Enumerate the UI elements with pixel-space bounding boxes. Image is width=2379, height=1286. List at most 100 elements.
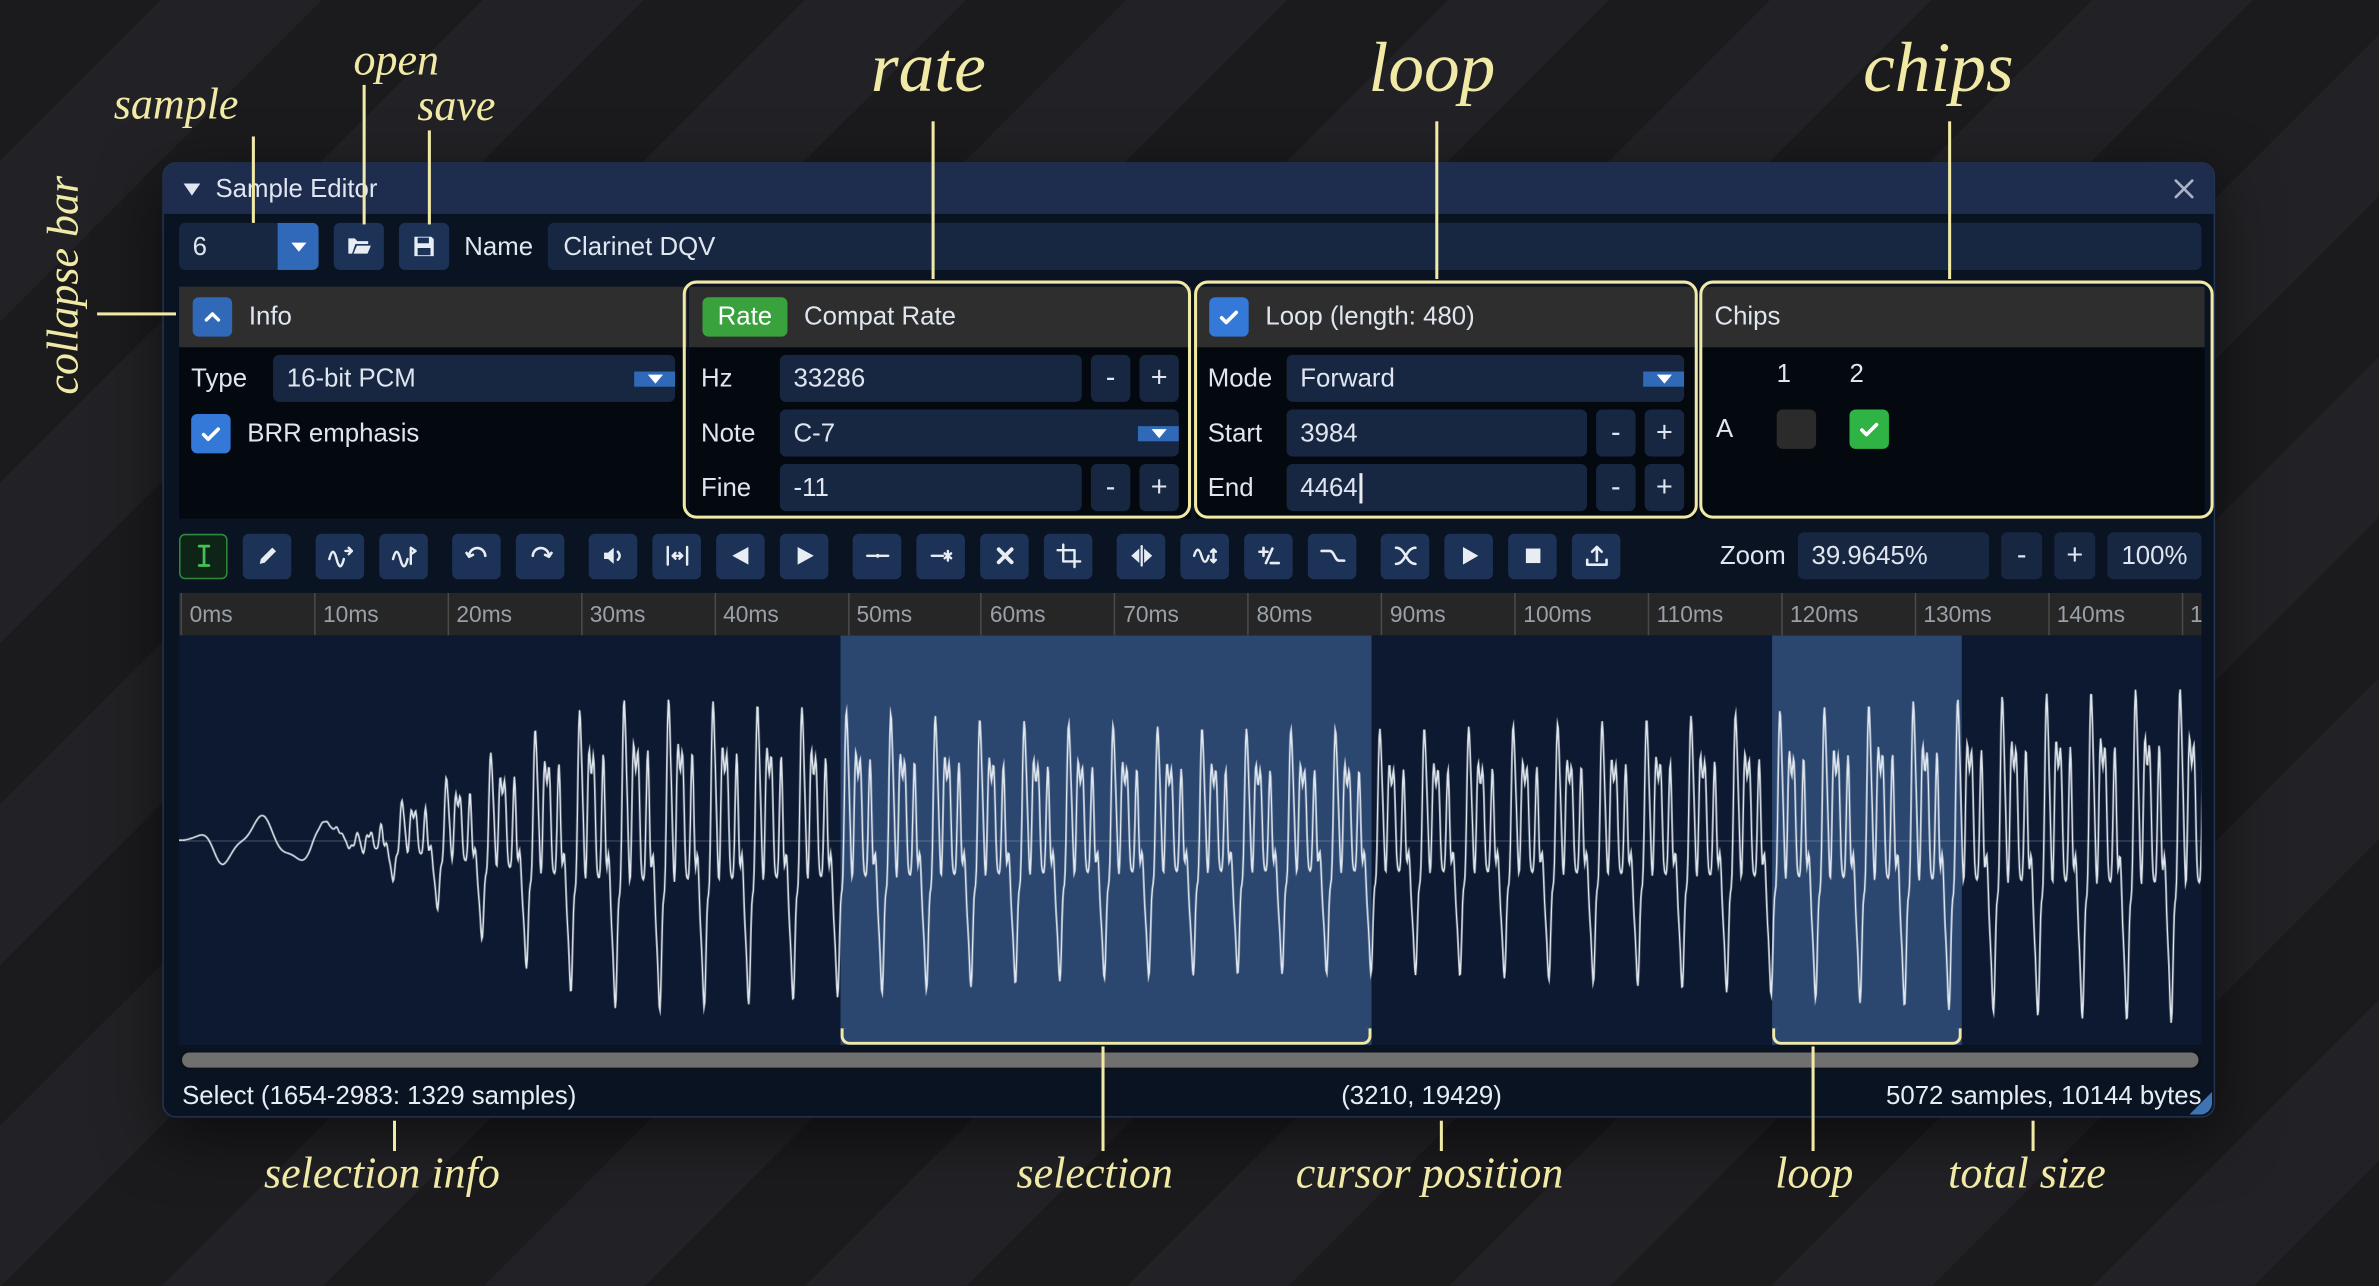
loop-start-minus-button[interactable]: - [1596, 409, 1635, 456]
dash-star-icon [928, 543, 954, 569]
draw-button[interactable] [243, 533, 292, 578]
plus-minus-icon [1255, 543, 1281, 569]
brr-emphasis-checkbox[interactable] [191, 413, 230, 452]
sample-number-dropdown[interactable]: 6 [179, 223, 319, 270]
rate-panel-title: Compat Rate [804, 302, 956, 332]
annotation-chips-line [1948, 121, 1951, 279]
loop-end-minus-button[interactable]: - [1596, 464, 1635, 511]
annotation-collapse-bar: collapse bar [39, 176, 89, 395]
undo-button[interactable] [452, 533, 501, 578]
reverse-button[interactable] [1117, 533, 1166, 578]
ruler-tick: 80ms [1247, 593, 1312, 635]
collapse-window-icon[interactable] [184, 183, 201, 195]
annotation-save: save [417, 82, 495, 132]
chip-column-2: 2 [1849, 359, 1876, 389]
annotation-selection-info-line [393, 1121, 396, 1151]
waveform-canvas[interactable] [179, 635, 2201, 1044]
toolbar: Zoom 39.9645% - + 100% [179, 532, 2201, 579]
header-row: 6 Name Clarinet DQV [179, 223, 2201, 270]
loop-start-plus-button[interactable]: + [1645, 409, 1684, 456]
loop-enable-checkbox[interactable] [1209, 297, 1248, 336]
fine-minus-button[interactable]: - [1091, 464, 1130, 511]
create-wavetable-button[interactable] [1572, 533, 1621, 578]
hz-plus-button[interactable]: + [1139, 355, 1178, 402]
name-input[interactable]: Clarinet DQV [548, 223, 2201, 270]
undo-icon [464, 543, 490, 569]
annotation-loop-marker: loop [1775, 1150, 1853, 1200]
loop-mode-value: Forward [1287, 363, 1644, 393]
resample-button[interactable] [379, 533, 428, 578]
annotation-total-size: total size [1948, 1150, 2106, 1200]
waveform-view[interactable] [179, 635, 2201, 1044]
loop-end-input[interactable]: 4464 [1287, 464, 1587, 511]
preview-stop-button[interactable] [1508, 533, 1557, 578]
fade-out-button[interactable] [780, 533, 829, 578]
ruler-tick: 60ms [981, 593, 1046, 635]
info-panel: Info Type 16-bit PCM BRR emphasis [179, 287, 687, 519]
annotation-chips: chips [1863, 27, 2014, 109]
chevron-down-icon[interactable] [1643, 371, 1684, 386]
window-title: Sample Editor [215, 174, 377, 204]
invert-button[interactable] [1180, 533, 1229, 578]
signed-unsigned-button[interactable] [1244, 533, 1293, 578]
annotation-rate: rate [871, 27, 986, 109]
type-value: 16-bit PCM [273, 363, 634, 393]
annotation-loop-marker-line [1812, 1046, 1815, 1151]
trim-button[interactable] [1044, 533, 1093, 578]
chevron-down-icon[interactable] [1138, 425, 1179, 440]
loop-start-input[interactable]: 3984 [1287, 409, 1587, 456]
collapse-info-button[interactable] [193, 297, 232, 336]
resize-button[interactable] [316, 533, 365, 578]
zoom-reset-button[interactable]: 100% [2107, 532, 2201, 579]
hz-input[interactable]: 33286 [780, 355, 1082, 402]
redo-icon [527, 543, 553, 569]
annotation-open-line [363, 85, 366, 225]
zoom-value: 39.9645% [1812, 541, 1928, 571]
crossfade-button[interactable] [1381, 533, 1430, 578]
note-dropdown[interactable]: C-7 [780, 409, 1179, 456]
select-mode-button[interactable] [179, 533, 228, 578]
chip-2-checkbox[interactable] [1849, 409, 1888, 448]
filter-curve-icon [1319, 543, 1345, 569]
type-dropdown[interactable]: 16-bit PCM [273, 355, 675, 402]
rate-panel: Rate Compat Rate Hz 33286 - + Note C-7 [689, 287, 1191, 519]
chevron-down-icon[interactable] [278, 223, 319, 270]
rate-button[interactable]: Rate [702, 297, 787, 336]
horizontal-scrollbar[interactable] [179, 1051, 2201, 1069]
redo-button[interactable] [516, 533, 565, 578]
annotation-save-line [428, 130, 431, 224]
fine-plus-button[interactable]: + [1139, 464, 1178, 511]
open-button[interactable] [334, 223, 384, 270]
annotation-loop: loop [1369, 27, 1496, 109]
stage: Sample Editor 6 Name Clarinet DQV [0, 0, 2379, 1286]
hz-minus-button[interactable]: - [1091, 355, 1130, 402]
sample-editor-window: Sample Editor 6 Name Clarinet DQV [162, 162, 2215, 1117]
chevron-down-icon[interactable] [634, 371, 675, 386]
filter-button[interactable] [1308, 533, 1357, 578]
loop-end-plus-button[interactable]: + [1645, 464, 1684, 511]
check-icon [1217, 305, 1241, 329]
total-size-text: 5072 samples, 10144 bytes [1886, 1081, 2201, 1111]
amplify-button[interactable] [589, 533, 638, 578]
zoom-input[interactable]: 39.9645% [1798, 532, 1989, 579]
save-button[interactable] [399, 223, 449, 270]
fine-input[interactable]: -11 [780, 464, 1082, 511]
dash-dot-icon [864, 543, 890, 569]
selection-info-text: Select (1654-2983: 1329 samples) [182, 1081, 576, 1111]
chip-1-checkbox[interactable] [1777, 409, 1816, 448]
titlebar[interactable]: Sample Editor [164, 164, 2214, 214]
zoom-out-button[interactable]: - [2001, 532, 2042, 579]
preview-play-button[interactable] [1444, 533, 1493, 578]
info-panel-title: Info [249, 302, 292, 332]
close-button[interactable] [2174, 179, 2194, 199]
scrollbar-thumb[interactable] [182, 1052, 2198, 1067]
ruler-tick: 20ms [447, 593, 512, 635]
fade-in-button[interactable] [716, 533, 765, 578]
insert-silence-button[interactable] [853, 533, 902, 578]
ruler-tick: 90ms [1381, 593, 1446, 635]
apply-silence-button[interactable] [916, 533, 965, 578]
delete-button[interactable] [980, 533, 1029, 578]
zoom-in-button[interactable]: + [2054, 532, 2095, 579]
normalize-button[interactable] [652, 533, 701, 578]
loop-mode-dropdown[interactable]: Forward [1287, 355, 1685, 402]
